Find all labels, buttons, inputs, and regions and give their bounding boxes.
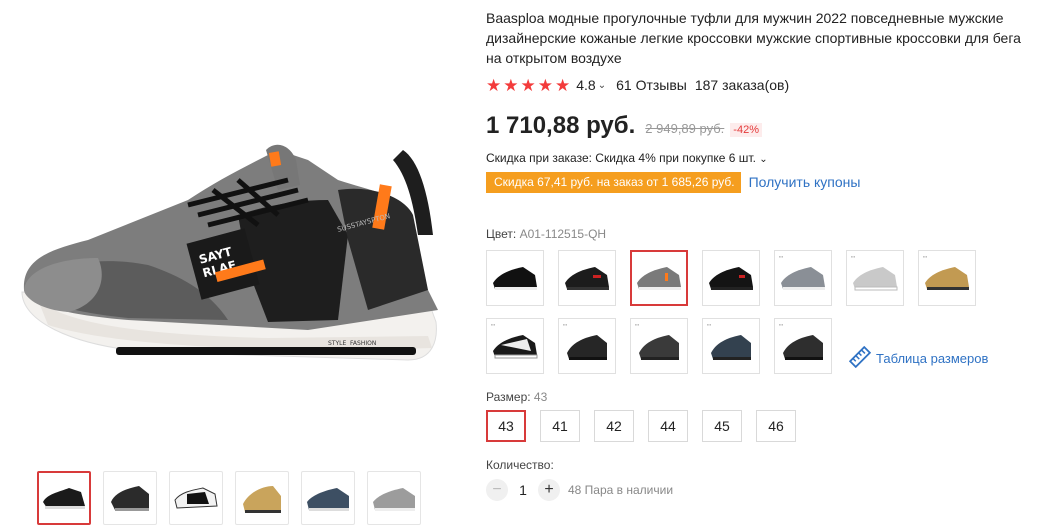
size-label-text: Размер: <box>486 390 531 404</box>
quantity-plus-button[interactable]: + <box>538 479 560 501</box>
quantity-label: Количество: <box>486 458 554 472</box>
size-option[interactable]: 44 <box>648 410 688 442</box>
thumbnail-5[interactable] <box>301 471 355 525</box>
price-row: 1 710,88 руб. 2 949,89 руб. -42% <box>486 112 1046 140</box>
sole-text-2: FASHION <box>350 340 376 347</box>
star-icon: ★ <box>486 75 502 95</box>
quantity-stepper: − 1 + 48 Пара в наличии <box>486 478 1046 502</box>
ruler-icon <box>848 345 872 371</box>
star-icon: ★ <box>555 75 571 95</box>
coupon-row: Скидка 67,41 руб. на заказ от 1 685,26 р… <box>486 171 1046 193</box>
size-option[interactable]: 42 <box>594 410 634 442</box>
sole-text-1: STYLE <box>328 340 346 347</box>
color-swatch-11[interactable]: ▪▪▪ <box>702 318 760 374</box>
thumbnail-2[interactable] <box>103 471 157 525</box>
color-value: A01-112515-QH <box>519 227 607 241</box>
size-table-label: Таблица размеров <box>876 351 989 366</box>
size-option[interactable]: 43 <box>486 410 526 442</box>
chevron-down-icon: ⌄ <box>759 154 768 165</box>
chevron-down-icon[interactable]: ⌄ <box>598 80 606 91</box>
size-table-link[interactable]: Таблица размеров <box>848 345 989 371</box>
color-swatch-2[interactable] <box>558 250 616 306</box>
product-info: Baasploa модные прогулочные туфли для му… <box>486 8 1046 502</box>
main-product-image[interactable]: SAYT RLAE SUSSTAYSPTON STYLE FASHION <box>8 0 460 460</box>
rating-row: ★ ★ ★ ★ ★ 4.8 ⌄ 61 Отзывы 187 заказа(ов) <box>486 76 1046 94</box>
thumbnail-6[interactable] <box>367 471 421 525</box>
reviews-link[interactable]: 61 Отзывы <box>616 77 687 93</box>
color-label-text: Цвет: <box>486 227 517 241</box>
color-swatch-12[interactable]: ▪▪▪ <box>774 318 832 374</box>
old-price: 2 949,89 руб. <box>645 121 725 136</box>
size-option[interactable]: 45 <box>702 410 742 442</box>
color-swatch-1[interactable] <box>486 250 544 306</box>
color-swatch-8[interactable]: ▪▪▪ <box>486 318 544 374</box>
size-options: 43 41 42 44 45 46 <box>486 410 1046 442</box>
thumbnail-4[interactable] <box>235 471 289 525</box>
color-swatch-6[interactable]: ▪▪▪ <box>846 250 904 306</box>
thumbnail-1[interactable] <box>37 471 91 525</box>
color-swatch-3[interactable] <box>630 250 688 306</box>
stock-info: 48 Пара в наличии <box>568 483 674 497</box>
star-icon: ★ <box>520 75 536 95</box>
coupon-tag: Скидка 67,41 руб. на заказ от 1 685,26 р… <box>486 171 741 193</box>
color-swatch-10[interactable]: ▪▪▪ <box>630 318 688 374</box>
product-title: Baasploa модные прогулочные туфли для му… <box>486 10 1021 66</box>
order-discount-info[interactable]: Скидка при заказе: Скидка 4% при покупке… <box>486 151 1046 167</box>
size-option[interactable]: 41 <box>540 410 580 442</box>
size-label: Размер: 43 <box>486 390 1046 404</box>
size-option[interactable]: 46 <box>756 410 796 442</box>
thumbnail-3[interactable] <box>169 471 223 525</box>
current-price: 1 710,88 руб. <box>486 112 636 139</box>
color-swatch-5[interactable]: ▪▪▪ <box>774 250 832 306</box>
discount-badge: -42% <box>730 123 762 137</box>
get-coupons-link[interactable]: Получить купоны <box>749 174 861 190</box>
rating-stars: ★ ★ ★ ★ ★ <box>486 77 570 94</box>
color-label: Цвет: A01-112515-QH <box>486 227 1046 241</box>
color-swatch-7[interactable]: ▪▪▪ <box>918 250 976 306</box>
quantity-value[interactable]: 1 <box>508 482 538 498</box>
size-value: 43 <box>533 390 548 404</box>
rating-value[interactable]: 4.8 <box>576 77 595 93</box>
quantity-minus-button[interactable]: − <box>486 479 508 501</box>
star-icon: ★ <box>537 75 553 95</box>
orders-count: 187 заказа(ов) <box>694 77 790 93</box>
thumbnail-strip <box>37 471 421 525</box>
order-discount-text: Скидка при заказе: Скидка 4% при покупке… <box>486 151 756 165</box>
color-swatch-9[interactable]: ▪▪▪ <box>558 318 616 374</box>
color-swatch-4[interactable] <box>702 250 760 306</box>
product-gallery: SAYT RLAE SUSSTAYSPTON STYLE FASHION <box>0 0 470 531</box>
star-icon: ★ <box>503 75 519 95</box>
